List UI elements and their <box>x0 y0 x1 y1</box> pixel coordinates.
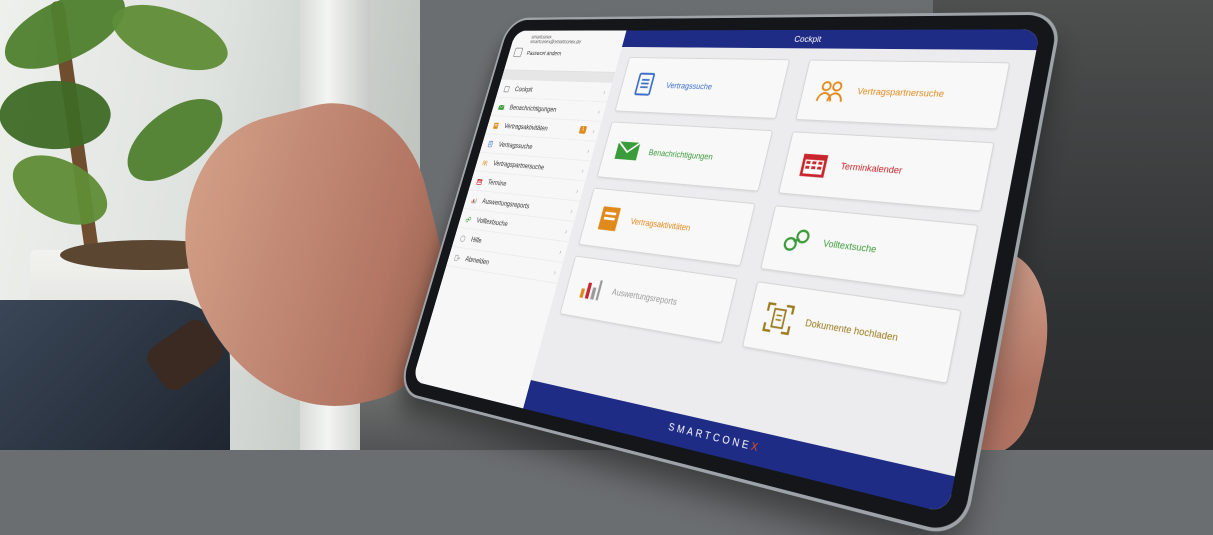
calendar-icon <box>793 146 835 184</box>
lock-icon <box>513 48 523 57</box>
chevron-right-icon: › <box>592 127 596 135</box>
chevron-right-icon: › <box>597 108 601 116</box>
sidebar-item-label: Vertragspartnersuche <box>492 159 545 171</box>
sidebar-item-label: Abmelden <box>465 255 491 266</box>
scan-document-icon <box>757 297 800 340</box>
brand-logo-x: X <box>750 441 762 455</box>
envelope-icon <box>497 103 505 110</box>
sidebar-item-label: Vertragsaktivitäten <box>503 122 548 132</box>
tile-calendar[interactable]: Terminkalender <box>778 131 995 211</box>
tile-label: Vertragssuche <box>665 81 713 91</box>
tile-label: Vertragspartnersuche <box>856 86 945 99</box>
sidebar-item-label: Benachrichtigungen <box>509 103 558 113</box>
sidebar-user-header: smartconex smartconex@smartconex.de Pass… <box>504 30 626 72</box>
tile-label: Dokumente hochladen <box>804 317 899 343</box>
sidebar-item-label: Vertragssuche <box>498 140 534 150</box>
calendar-icon <box>476 177 484 185</box>
tile-people[interactable]: Vertragspartnersuche <box>795 60 1010 130</box>
tile-folder[interactable]: Vertragsaktivitäten <box>578 188 755 267</box>
tile-label: Benachrichtigungen <box>648 148 714 162</box>
tile-document[interactable]: Vertragssuche <box>615 57 790 119</box>
chevron-right-icon: › <box>570 207 574 215</box>
folder-icon <box>492 121 500 129</box>
notification-badge: 1 <box>579 126 587 134</box>
page-title: Cockpit <box>793 35 822 44</box>
link-icon <box>464 215 473 223</box>
people-icon <box>810 73 852 109</box>
chevron-right-icon: › <box>553 268 557 276</box>
tablet-bezel: smartconex smartconex@smartconex.de Pass… <box>400 15 1059 535</box>
chevron-right-icon: › <box>586 147 590 155</box>
people-icon <box>481 158 489 166</box>
sidebar-item-label: Volltextsuche <box>476 216 509 227</box>
sidebar-user-email: smartconex@smartconex.de <box>529 40 618 45</box>
document-icon <box>628 69 663 101</box>
change-password-link[interactable]: Passwort ändern <box>526 51 615 58</box>
tile-scan-document[interactable]: Dokumente hochladen <box>742 281 962 384</box>
chevron-right-icon: › <box>602 88 606 96</box>
envelope-icon <box>610 134 646 168</box>
chart-icon <box>470 196 478 204</box>
sidebar-item-label: Termine <box>487 178 508 187</box>
chevron-right-icon: › <box>581 167 585 175</box>
chevron-right-icon: › <box>575 186 579 194</box>
tile-link[interactable]: Volltextsuche <box>760 205 978 296</box>
tile-label: Terminkalender <box>840 161 904 176</box>
tile-envelope[interactable]: Benachrichtigungen <box>597 122 773 192</box>
home-icon <box>503 85 511 92</box>
chevron-right-icon: › <box>564 227 568 235</box>
folder-icon <box>591 201 627 237</box>
sidebar-item-label: Cockpit <box>514 85 533 93</box>
document-icon <box>487 140 495 148</box>
chevron-right-icon: › <box>558 247 562 255</box>
tile-label: Vertragsaktivitäten <box>630 217 692 233</box>
tile-label: Volltextsuche <box>822 238 877 255</box>
help-icon <box>459 234 468 242</box>
sidebar-item-label: Hilfe <box>470 235 483 244</box>
tablet: smartconex smartconex@smartconex.de Pass… <box>400 15 1059 535</box>
tile-chart[interactable]: Auswertungsreports <box>560 255 738 343</box>
link-icon <box>776 220 818 260</box>
tile-label: Auswertungsreports <box>611 287 678 307</box>
chart-icon <box>573 270 609 308</box>
sidebar-item-label: Auswertungsreports <box>481 197 530 210</box>
logout-icon <box>453 253 462 262</box>
